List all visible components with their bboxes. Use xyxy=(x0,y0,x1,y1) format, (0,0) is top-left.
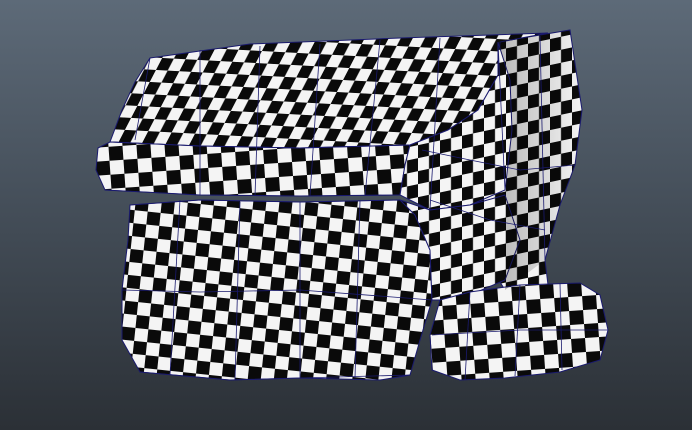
mesh-body-front xyxy=(121,199,433,381)
3d-viewport[interactable] xyxy=(0,0,692,430)
mesh-ledge-front xyxy=(95,141,411,197)
model-render[interactable] xyxy=(0,0,692,430)
shading-overlay xyxy=(498,30,582,290)
